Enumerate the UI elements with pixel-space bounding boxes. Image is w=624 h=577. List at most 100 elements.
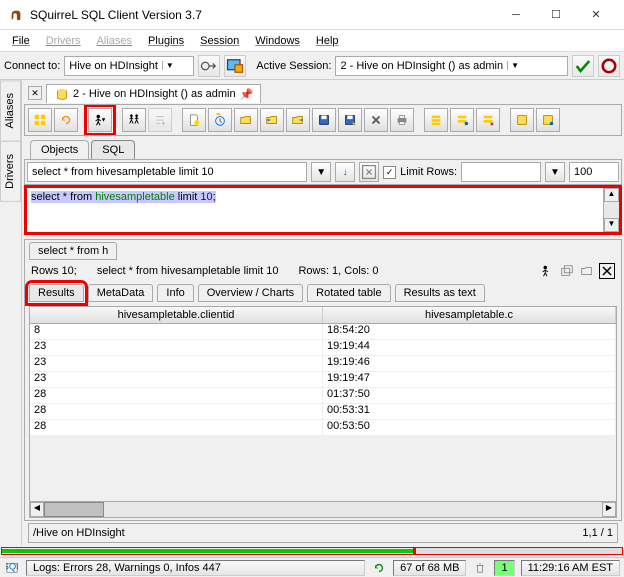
cell[interactable]: 23: [30, 356, 323, 371]
sql-icon[interactable]: SQL: [4, 561, 20, 575]
close-button[interactable]: ✕: [576, 1, 616, 29]
history-button[interactable]: [208, 108, 232, 132]
print-button[interactable]: [390, 108, 414, 132]
append-button[interactable]: [148, 108, 172, 132]
subtab-results[interactable]: Results: [29, 284, 84, 302]
expand-button[interactable]: [359, 162, 379, 182]
commit-button[interactable]: [572, 55, 594, 77]
cell[interactable]: 28: [30, 420, 323, 435]
table-hscroll[interactable]: ◀ ▶: [30, 501, 616, 517]
gc-icon[interactable]: [472, 561, 488, 575]
tab-sql[interactable]: SQL: [91, 140, 135, 159]
session-tab[interactable]: 2 - Hive on HDInsight () as admin 📌: [46, 84, 261, 103]
subtab-overview[interactable]: Overview / Charts: [198, 284, 303, 302]
run-all-button[interactable]: [122, 108, 146, 132]
tool3-button[interactable]: [476, 108, 500, 132]
column-header[interactable]: hivesampletable.clientid: [30, 307, 323, 323]
tool4-button[interactable]: [510, 108, 534, 132]
scroll-left-icon[interactable]: ◀: [30, 502, 44, 517]
cell[interactable]: 19:19:47: [323, 372, 616, 387]
cell[interactable]: 18:54:20: [323, 324, 616, 339]
refresh-button[interactable]: [54, 108, 78, 132]
chevron-down-icon: ▼: [162, 61, 174, 70]
table-row[interactable]: 2800:53:50: [30, 420, 616, 436]
menu-aliases[interactable]: Aliases: [91, 33, 138, 49]
scroll-up-icon[interactable]: ▲: [604, 188, 619, 202]
menu-plugins[interactable]: Plugins: [142, 33, 190, 49]
status-sessions[interactable]: 1: [494, 560, 514, 576]
table-row[interactable]: 2800:53:31: [30, 404, 616, 420]
limit-checkbox[interactable]: ✓: [383, 166, 396, 179]
cell[interactable]: 01:37:50: [323, 388, 616, 403]
new-file-button[interactable]: [182, 108, 206, 132]
sql-editor[interactable]: select * from hivesampletable limit 10; …: [24, 185, 622, 235]
cell[interactable]: 19:19:44: [323, 340, 616, 355]
cell[interactable]: 28: [30, 404, 323, 419]
cell[interactable]: 00:53:50: [323, 420, 616, 435]
delete-button[interactable]: [364, 108, 388, 132]
table-row[interactable]: 818:54:20: [30, 324, 616, 340]
subtab-text[interactable]: Results as text: [395, 284, 485, 302]
minimize-button[interactable]: ─: [496, 1, 536, 29]
catalog-button[interactable]: [28, 108, 52, 132]
save-as-button[interactable]: [338, 108, 362, 132]
run-button[interactable]: [88, 108, 112, 132]
save-button[interactable]: [312, 108, 336, 132]
history-dropdown-arrow[interactable]: ▼: [311, 162, 331, 182]
subtab-info[interactable]: Info: [157, 284, 193, 302]
cell[interactable]: 23: [30, 340, 323, 355]
alias-dropdown[interactable]: Hive on HDInsight ▼: [64, 56, 194, 76]
cell[interactable]: 8: [30, 324, 323, 339]
session-dropdown[interactable]: 2 - Hive on HDInsight () as admin ▼: [335, 56, 568, 76]
sort-button[interactable]: ↓: [335, 162, 355, 182]
tab-objects[interactable]: Objects: [30, 140, 89, 159]
table-row[interactable]: 2319:19:47: [30, 372, 616, 388]
connect-button[interactable]: [198, 55, 220, 77]
close-results-icon[interactable]: [599, 263, 615, 279]
cell[interactable]: 00:53:31: [323, 404, 616, 419]
column-header[interactable]: hivesampletable.c: [323, 307, 616, 323]
open-button[interactable]: [234, 108, 258, 132]
cell[interactable]: 19:19:46: [323, 356, 616, 371]
refresh-icon[interactable]: [371, 561, 387, 575]
scroll-right-icon[interactable]: ▶: [602, 502, 616, 517]
result-query-tab[interactable]: select * from h: [29, 242, 117, 260]
cell[interactable]: 28: [30, 388, 323, 403]
limit-dropdown-arrow[interactable]: ▼: [545, 162, 565, 182]
menu-file[interactable]: File: [6, 33, 36, 49]
table-row[interactable]: 2319:19:46: [30, 356, 616, 372]
scroll-thumb[interactable]: [44, 502, 104, 517]
new-session-button[interactable]: [224, 55, 246, 77]
table-row[interactable]: 2801:37:50: [30, 388, 616, 404]
scroll-down-icon[interactable]: ▼: [604, 218, 619, 232]
limit-mode-dropdown[interactable]: [461, 162, 541, 182]
close-tab-button[interactable]: ✕: [28, 86, 42, 100]
menu-help[interactable]: Help: [310, 33, 345, 49]
menu-windows[interactable]: Windows: [249, 33, 306, 49]
tool5-button[interactable]: [536, 108, 560, 132]
status-memory: 67 of 68 MB: [393, 560, 466, 576]
sql-editor-text[interactable]: select * from hivesampletable limit 10;: [27, 188, 603, 232]
detach-icon[interactable]: [559, 263, 575, 279]
status-logs[interactable]: Logs: Errors 28, Warnings 0, Infos 447: [26, 560, 365, 576]
tool1-button[interactable]: [424, 108, 448, 132]
menu-drivers[interactable]: Drivers: [40, 33, 87, 49]
rollback-button[interactable]: [598, 55, 620, 77]
cell[interactable]: 23: [30, 372, 323, 387]
query-history-dropdown[interactable]: select * from hivesampletable limit 10: [27, 162, 307, 182]
sidetab-aliases[interactable]: Aliases: [0, 80, 21, 141]
editor-scrollbar[interactable]: ▲ ▼: [603, 188, 619, 232]
pin-icon[interactable]: 📌: [240, 88, 252, 100]
table-row[interactable]: 2319:19:44: [30, 340, 616, 356]
limit-value-field[interactable]: 100: [569, 162, 619, 182]
subtab-rotated[interactable]: Rotated table: [307, 284, 390, 302]
menu-session[interactable]: Session: [194, 33, 245, 49]
next-button[interactable]: [286, 108, 310, 132]
export-icon[interactable]: [579, 263, 595, 279]
subtab-metadata[interactable]: MetaData: [88, 284, 154, 302]
rerun-icon[interactable]: [539, 263, 555, 279]
tool2-button[interactable]: [450, 108, 474, 132]
prev-button[interactable]: [260, 108, 284, 132]
maximize-button[interactable]: ☐: [536, 1, 576, 29]
sidetab-drivers[interactable]: Drivers: [0, 141, 21, 202]
